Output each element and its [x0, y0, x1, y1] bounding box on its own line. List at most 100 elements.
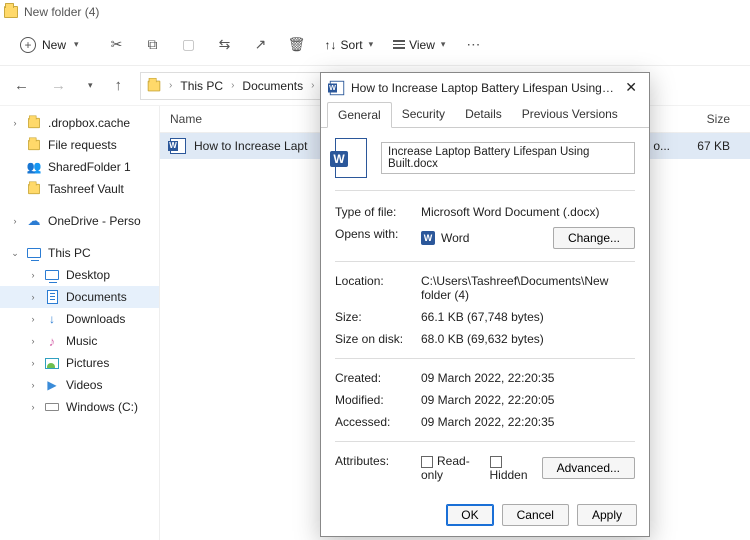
apply-button[interactable]: Apply — [577, 504, 637, 526]
breadcrumb[interactable]: › This PC › Documents › — [140, 72, 323, 100]
cancel-button[interactable]: Cancel — [502, 504, 569, 526]
music-icon: ♪ — [44, 333, 60, 349]
word-app-icon: W — [421, 231, 435, 245]
folder-icon — [4, 6, 18, 18]
back-button[interactable]: ← — [10, 73, 33, 98]
value-location: C:\Users\Tashreef\Documents\New folder (… — [421, 274, 635, 302]
delete-icon[interactable]: 🗑 — [289, 37, 305, 53]
label-disk: Size on disk: — [335, 332, 421, 346]
expander-icon[interactable]: ⌄ — [10, 248, 20, 259]
breadcrumb-item[interactable]: Documents — [242, 79, 303, 93]
change-button[interactable]: Change... — [553, 227, 635, 249]
file-ext: o... — [653, 139, 670, 153]
tree-item-desktop[interactable]: ›Desktop — [0, 264, 159, 286]
cut-icon[interactable]: ✂ — [109, 37, 125, 53]
tree-label: .dropbox.cache — [48, 116, 130, 130]
label-type: Type of file: — [335, 205, 421, 219]
ok-button[interactable]: OK — [446, 504, 493, 526]
word-doc-icon — [330, 80, 344, 94]
sort-label: Sort — [341, 38, 363, 52]
chevron-down-icon: ▾ — [74, 39, 79, 50]
tree-item-videos[interactable]: ›▶Videos — [0, 374, 159, 396]
hidden-checkbox[interactable]: Hidden — [490, 454, 530, 482]
new-label: New — [42, 38, 66, 52]
chevron-right-icon: › — [311, 80, 314, 91]
nav-tree: › .dropbox.cache File requests 👥 SharedFol… — [0, 106, 160, 540]
value-modified: 09 March 2022, 22:20:05 — [421, 393, 635, 407]
value-opens: Word — [441, 231, 469, 245]
tree-label: Desktop — [66, 268, 110, 282]
label-modified: Modified: — [335, 393, 421, 407]
dialog-title: How to Increase Laptop Battery Lifespan … — [351, 81, 615, 95]
tab-general[interactable]: General — [327, 102, 392, 128]
expander-icon[interactable]: › — [10, 216, 20, 226]
dialog-footer: OK Cancel Apply — [321, 494, 649, 536]
cloud-icon: ☁ — [26, 213, 42, 229]
tree-label: OneDrive - Perso — [48, 214, 141, 228]
tree-label: Videos — [66, 378, 102, 392]
breadcrumb-item[interactable]: This PC — [180, 79, 223, 93]
label-size: Size: — [335, 310, 421, 324]
window-title: New folder (4) — [24, 5, 99, 19]
tree-item[interactable]: › .dropbox.cache — [0, 112, 159, 134]
tab-details[interactable]: Details — [455, 102, 512, 127]
up-arrow-icon[interactable]: ↑ — [111, 73, 127, 98]
chevron-down-icon: ▾ — [441, 39, 446, 50]
close-icon[interactable]: ✕ — [621, 79, 641, 96]
label-accessed: Accessed: — [335, 415, 421, 429]
rename-icon[interactable]: ⇆ — [217, 37, 233, 53]
shared-folder-icon: 👥 — [26, 159, 42, 175]
copy-icon[interactable]: ⧉ — [145, 37, 161, 53]
tree-label: Downloads — [66, 312, 125, 326]
sort-icon: ↑↓ — [325, 38, 337, 52]
pictures-icon — [44, 355, 60, 371]
value-accessed: 09 March 2022, 22:20:35 — [421, 415, 635, 429]
tab-previous-versions[interactable]: Previous Versions — [512, 102, 628, 127]
forward-button[interactable]: → — [47, 73, 70, 98]
sort-button[interactable]: ↑↓ Sort ▾ — [325, 38, 374, 52]
tree-label: SharedFolder 1 — [48, 160, 131, 174]
tree-item-drive-c[interactable]: ›Windows (C:) — [0, 396, 159, 418]
dialog-title-bar[interactable]: How to Increase Laptop Battery Lifespan … — [321, 73, 649, 102]
tree-item-onedrive[interactable]: › ☁ OneDrive - Perso — [0, 210, 159, 232]
tree-item-music[interactable]: ›♪Music — [0, 330, 159, 352]
label-opens: Opens with: — [335, 227, 421, 249]
dialog-tabs: General Security Details Previous Versio… — [321, 102, 649, 128]
advanced-button[interactable]: Advanced... — [542, 457, 635, 479]
value-created: 09 March 2022, 22:20:35 — [421, 371, 635, 385]
dialog-body: Increase Laptop Battery Lifespan Using B… — [321, 128, 649, 494]
up-button[interactable]: ▾ — [84, 76, 97, 95]
tree-label: Documents — [66, 290, 127, 304]
tree-item-thispc[interactable]: ⌄This PC — [0, 242, 159, 264]
desktop-icon — [44, 267, 60, 283]
tree-item-documents[interactable]: ›Documents — [0, 286, 159, 308]
tree-item[interactable]: Tashreef Vault — [0, 178, 159, 200]
col-size[interactable]: Size — [670, 112, 740, 126]
readonly-checkbox[interactable]: Read-only — [421, 454, 474, 482]
more-icon[interactable]: ⋯ — [465, 37, 481, 53]
tab-security[interactable]: Security — [392, 102, 455, 127]
expander-icon[interactable]: › — [10, 118, 20, 128]
chevron-down-icon: ▾ — [369, 39, 374, 50]
chevron-right-icon: › — [169, 80, 172, 91]
label-attributes: Attributes: — [335, 454, 421, 482]
tree-item-pictures[interactable]: ›Pictures — [0, 352, 159, 374]
properties-dialog: How to Increase Laptop Battery Lifespan … — [320, 72, 650, 537]
new-button[interactable]: + New ▾ — [10, 33, 89, 57]
view-button[interactable]: View ▾ — [393, 38, 445, 52]
filename-input[interactable]: Increase Laptop Battery Lifespan Using B… — [381, 142, 635, 174]
file-size: 67 KB — [670, 139, 740, 153]
tree-item-downloads[interactable]: ›↓Downloads — [0, 308, 159, 330]
view-label: View — [409, 38, 435, 52]
documents-icon — [44, 289, 60, 305]
paste-icon[interactable]: ▢ — [181, 37, 197, 53]
folder-icon — [148, 80, 161, 91]
word-doc-large-icon — [335, 138, 367, 178]
tree-item[interactable]: File requests — [0, 134, 159, 156]
downloads-icon: ↓ — [44, 311, 60, 327]
chevron-right-icon: › — [231, 80, 234, 91]
share-icon[interactable]: ↗ — [253, 37, 269, 53]
tree-item[interactable]: 👥 SharedFolder 1 — [0, 156, 159, 178]
value-size: 66.1 KB (67,748 bytes) — [421, 310, 635, 324]
tree-label: Pictures — [66, 356, 109, 370]
